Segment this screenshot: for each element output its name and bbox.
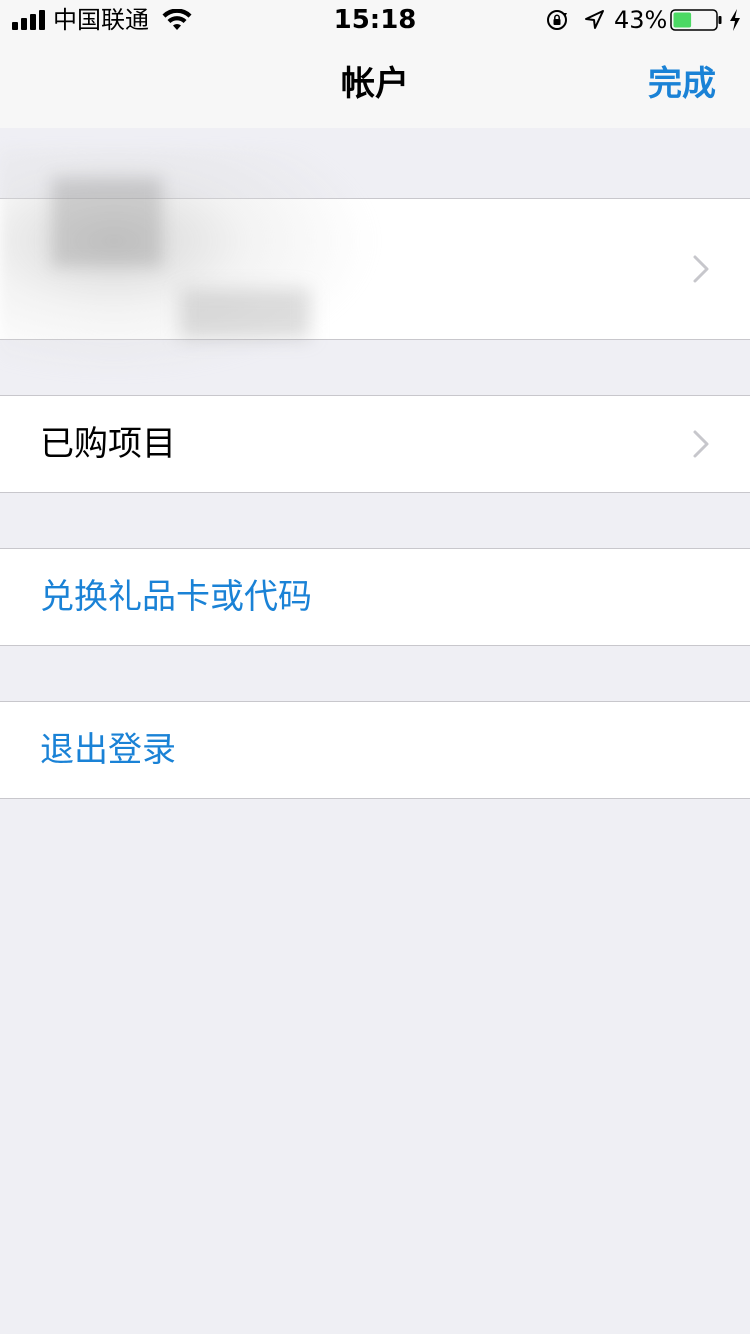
- chevron-right-icon: [693, 255, 709, 283]
- account-screen: 中国联通 15:18 43% 帐户 完成 已购项目 兑换礼品卡或代码 退出登录: [0, 0, 750, 1334]
- location-arrow-icon: [585, 10, 604, 29]
- redacted-account-name: [52, 177, 162, 267]
- purchased-items-cell[interactable]: 已购项目: [0, 395, 750, 493]
- account-info-cell[interactable]: [0, 149, 750, 379]
- page-title: 帐户: [341, 64, 409, 104]
- battery-icon: [670, 9, 722, 31]
- navigation-bar: 帐户 完成: [0, 40, 750, 128]
- sign-out-cell[interactable]: 退出登录: [0, 701, 750, 799]
- orientation-lock-icon: [547, 10, 567, 30]
- done-button[interactable]: 完成: [648, 62, 716, 106]
- sign-out-label: 退出登录: [40, 730, 176, 770]
- redeem-gift-card-cell[interactable]: 兑换礼品卡或代码: [0, 548, 750, 646]
- redacted-account-email: [180, 289, 310, 339]
- charging-bolt-icon: [730, 9, 740, 31]
- status-bar: 中国联通 15:18 43%: [0, 0, 750, 40]
- purchased-items-label: 已购项目: [40, 424, 176, 464]
- chevron-right-icon: [693, 430, 709, 458]
- redeem-gift-card-label: 兑换礼品卡或代码: [40, 577, 312, 617]
- battery-percent: 43%: [614, 6, 668, 34]
